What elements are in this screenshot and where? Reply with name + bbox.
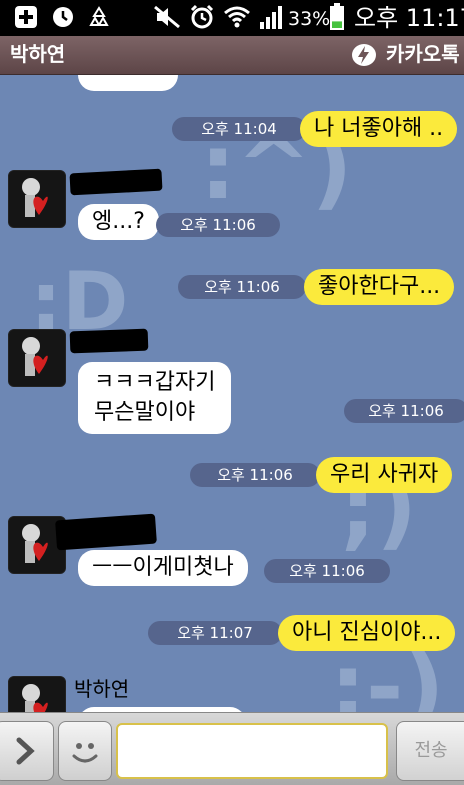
emoticon-button[interactable] [58, 721, 112, 781]
app-name: 카카오톡 [386, 42, 460, 66]
wifi-icon [222, 5, 252, 29]
message-bubble-incoming[interactable]: 엥...? [78, 204, 159, 240]
status-bar: 33% 오후 11:17 [0, 0, 464, 36]
kakaotalk-logo [350, 42, 378, 68]
sender-name: 박하연 [74, 677, 130, 701]
status-clock: 오후 11:17 [354, 4, 464, 32]
redacted-sender-name [55, 513, 157, 551]
redacted-sender-name [69, 328, 149, 354]
signal-icon [258, 5, 286, 29]
message-time: 오후 11:06 [156, 213, 280, 237]
smiley-icon [72, 743, 98, 763]
recycle-icon [86, 5, 112, 29]
alarm-icon [188, 4, 216, 29]
message-bubble-incoming[interactable]: ㅋㅋㅋ갑자기 무슨말이야 [78, 362, 232, 434]
message-bubble-incoming[interactable] [78, 75, 178, 91]
message-time: 오후 11:06 [264, 559, 390, 583]
message-bubble-outgoing[interactable]: 아니 진심이야... [278, 615, 456, 651]
message-bubble-incoming[interactable]: ㅡㅡ이게미쳣나 [78, 550, 248, 586]
message-time: 오후 11:04 [172, 117, 306, 141]
avatar[interactable] [8, 676, 66, 712]
chat-title: 박하연 [10, 42, 66, 66]
clock-icon [50, 5, 76, 29]
avatar[interactable] [8, 329, 66, 387]
battery-percent: 33% [288, 8, 331, 30]
chat-header: 박하연 카카오톡 [0, 36, 464, 75]
expand-button[interactable] [0, 721, 54, 781]
message-bubble-outgoing[interactable]: 우리 사귀자 [316, 457, 453, 493]
redacted-sender-name [69, 168, 163, 196]
message-time: 오후 11:07 [148, 621, 282, 645]
add-icon [12, 5, 40, 29]
message-bubble-outgoing[interactable]: 나 너좋아해 .. [300, 111, 458, 147]
message-time: 오후 11:06 [190, 463, 320, 487]
message-line: ㅋㅋㅋ갑자기 [94, 370, 216, 395]
mute-icon [152, 5, 182, 29]
send-button[interactable]: 전송 [396, 721, 464, 781]
message-bubble-outgoing[interactable]: 좋아한다구... [304, 269, 455, 305]
chat-area[interactable]: :^) :D ;) :-) 오후 11:04 나 너좋아해 .. 엥...? 오… [0, 75, 464, 712]
battery-icon [326, 3, 348, 30]
message-line: 무슨말이야 [94, 400, 196, 425]
chevron-right-icon [16, 737, 35, 765]
message-time: 오후 11:06 [344, 399, 464, 423]
message-input[interactable] [116, 723, 388, 779]
avatar[interactable] [8, 170, 66, 228]
message-time: 오후 11:06 [178, 275, 306, 299]
input-bar: 전송 [0, 712, 464, 785]
